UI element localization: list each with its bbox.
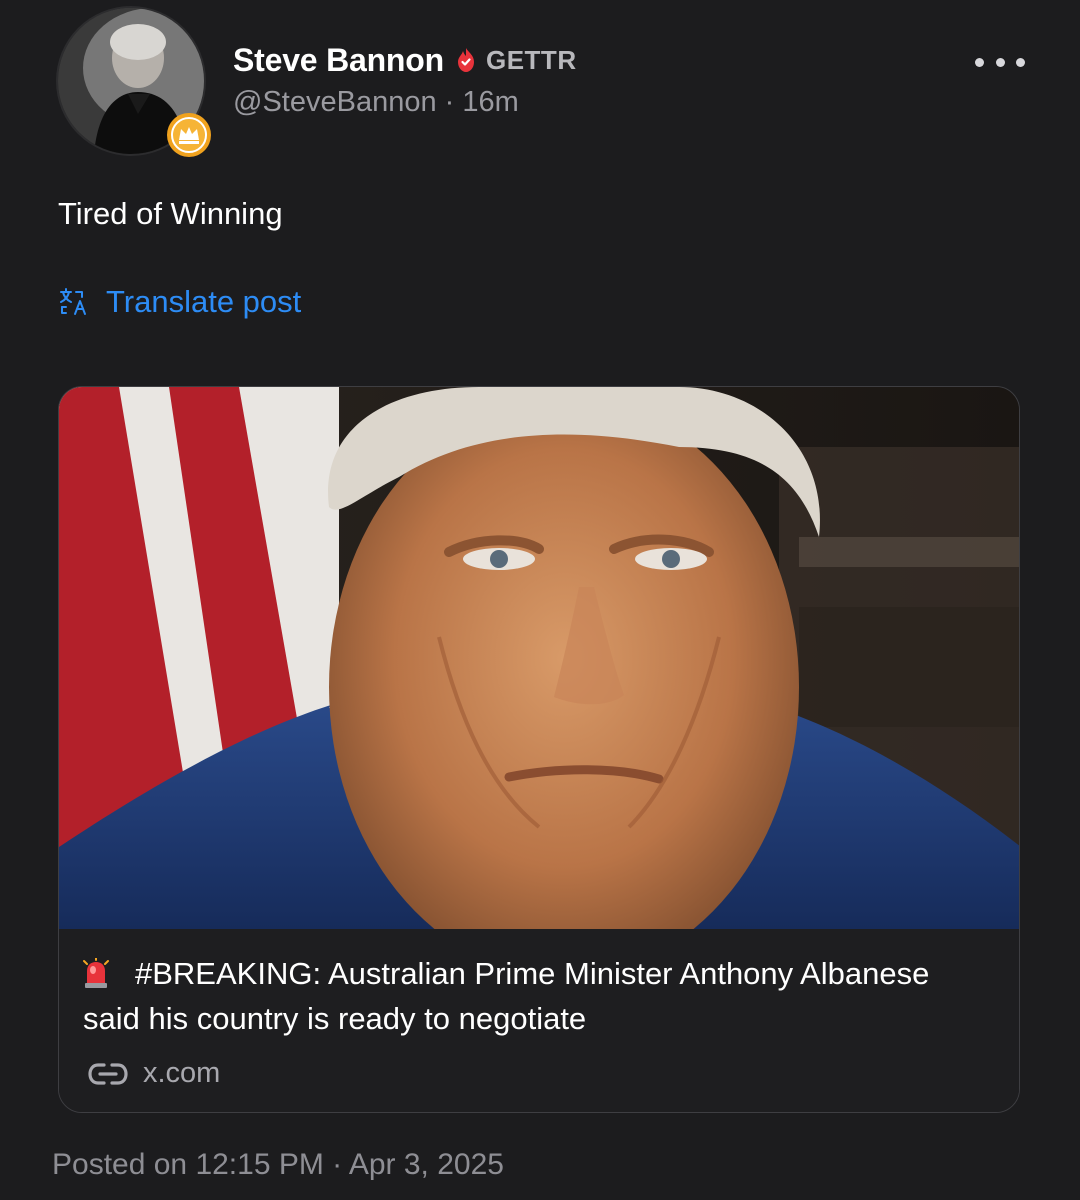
link-preview-headline-text: #BREAKING: Australian Prime Minister Ant… [83, 956, 930, 1036]
author-handle-line[interactable]: @SteveBannon · 16m [233, 86, 519, 119]
link-preview-image [59, 387, 1019, 929]
post-text: Tired of Winning [58, 196, 283, 231]
more-dot-icon [995, 57, 1005, 67]
flame-verified-icon [457, 48, 474, 72]
more-dot-icon [975, 57, 984, 67]
link-preview-source: x.com [87, 1057, 220, 1090]
crown-badge-icon [167, 113, 211, 157]
brand-tag: GETTR [485, 44, 577, 75]
link-preview-headline: #BREAKING: Australian Prime Minister Ant… [83, 951, 993, 1041]
avatar[interactable] [58, 8, 211, 157]
author-name-row: Steve Bannon GETTR [233, 38, 577, 82]
translate-icon [60, 288, 86, 315]
gettr-post: Steve Bannon GETTR @SteveBannon · 16m Ti… [0, 0, 1080, 1200]
translate-post-button[interactable]: Translate post [58, 284, 301, 320]
more-options-button[interactable] [975, 44, 1025, 80]
link-preview-body: #BREAKING: Australian Prime Minister Ant… [59, 929, 1019, 1112]
more-dot-icon [1016, 57, 1025, 67]
siren-icon [83, 958, 109, 988]
post-timestamp: Posted on 12:15 PM · Apr 3, 2025 [52, 1148, 504, 1181]
author-display-name[interactable]: Steve Bannon [233, 42, 444, 79]
link-preview-card[interactable]: #BREAKING: Australian Prime Minister Ant… [58, 386, 1020, 1113]
translate-post-label: Translate post [106, 284, 302, 319]
link-icon [88, 1062, 128, 1085]
link-preview-domain: x.com [143, 1057, 221, 1089]
